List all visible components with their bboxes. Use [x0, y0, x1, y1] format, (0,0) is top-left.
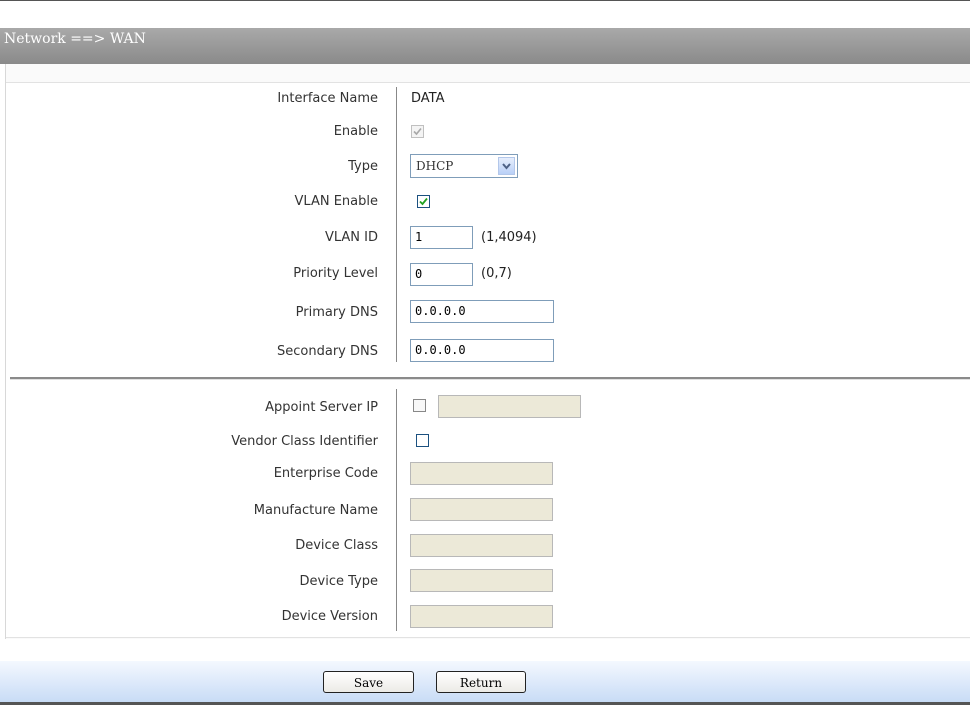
vlan-enable-label: VLAN Enable — [294, 194, 378, 209]
enterprise-code-label: Enterprise Code — [273, 466, 378, 481]
manufacture-name-label: Manufacture Name — [253, 503, 378, 518]
device-version-label: Device Version — [281, 609, 378, 624]
column-divider-top — [396, 87, 397, 362]
device-version-input[interactable] — [410, 605, 553, 628]
top-rule — [0, 0, 970, 1]
appoint-server-ip-checkbox[interactable] — [413, 399, 426, 412]
breadcrumb: Network ==> WAN — [4, 31, 146, 47]
section-separator — [10, 377, 970, 380]
device-class-label: Device Class — [295, 538, 378, 553]
vlan-id-range-hint: (1,4094) — [481, 230, 537, 245]
primary-dns-input[interactable]: 0.0.0.0 — [410, 300, 554, 323]
priority-level-label: Priority Level — [293, 266, 378, 281]
vlan-id-input[interactable]: 1 — [410, 226, 473, 249]
save-button[interactable]: Save — [323, 671, 414, 693]
manufacture-name-input[interactable] — [410, 498, 553, 521]
type-label: Type — [348, 159, 378, 174]
device-type-input[interactable] — [410, 569, 553, 592]
vendor-class-identifier-checkbox[interactable] — [416, 434, 429, 447]
appoint-server-ip-input[interactable] — [438, 395, 581, 418]
check-icon — [413, 127, 422, 136]
primary-dns-label: Primary DNS — [295, 305, 378, 320]
appoint-server-ip-label: Appoint Server IP — [265, 400, 378, 415]
type-select-value: DHCP — [416, 159, 454, 173]
secondary-dns-label: Secondary DNS — [277, 344, 378, 359]
enable-checkbox[interactable] — [411, 125, 424, 138]
footer-bar: Save Return — [0, 661, 970, 705]
breadcrumb-bar: Network ==> WAN — [0, 28, 970, 64]
priority-level-range-hint: (0,7) — [481, 266, 512, 281]
vendor-class-identifier-label: Vendor Class Identifier — [231, 434, 378, 449]
chevron-down-icon[interactable] — [498, 157, 515, 175]
column-divider-bottom — [396, 389, 397, 631]
device-type-label: Device Type — [299, 574, 378, 589]
interface-name-value: DATA — [411, 91, 445, 106]
priority-level-input[interactable]: 0 — [410, 263, 473, 286]
enterprise-code-input[interactable] — [410, 462, 553, 485]
interface-name-label: Interface Name — [277, 91, 378, 106]
device-class-input[interactable] — [410, 534, 553, 557]
enable-label: Enable — [333, 124, 378, 139]
type-select[interactable]: DHCP — [410, 154, 518, 178]
check-icon — [419, 197, 428, 206]
return-button[interactable]: Return — [436, 671, 526, 693]
vlan-id-label: VLAN ID — [324, 230, 378, 245]
vlan-enable-checkbox[interactable] — [417, 195, 430, 208]
secondary-dns-input[interactable]: 0.0.0.0 — [410, 339, 554, 362]
